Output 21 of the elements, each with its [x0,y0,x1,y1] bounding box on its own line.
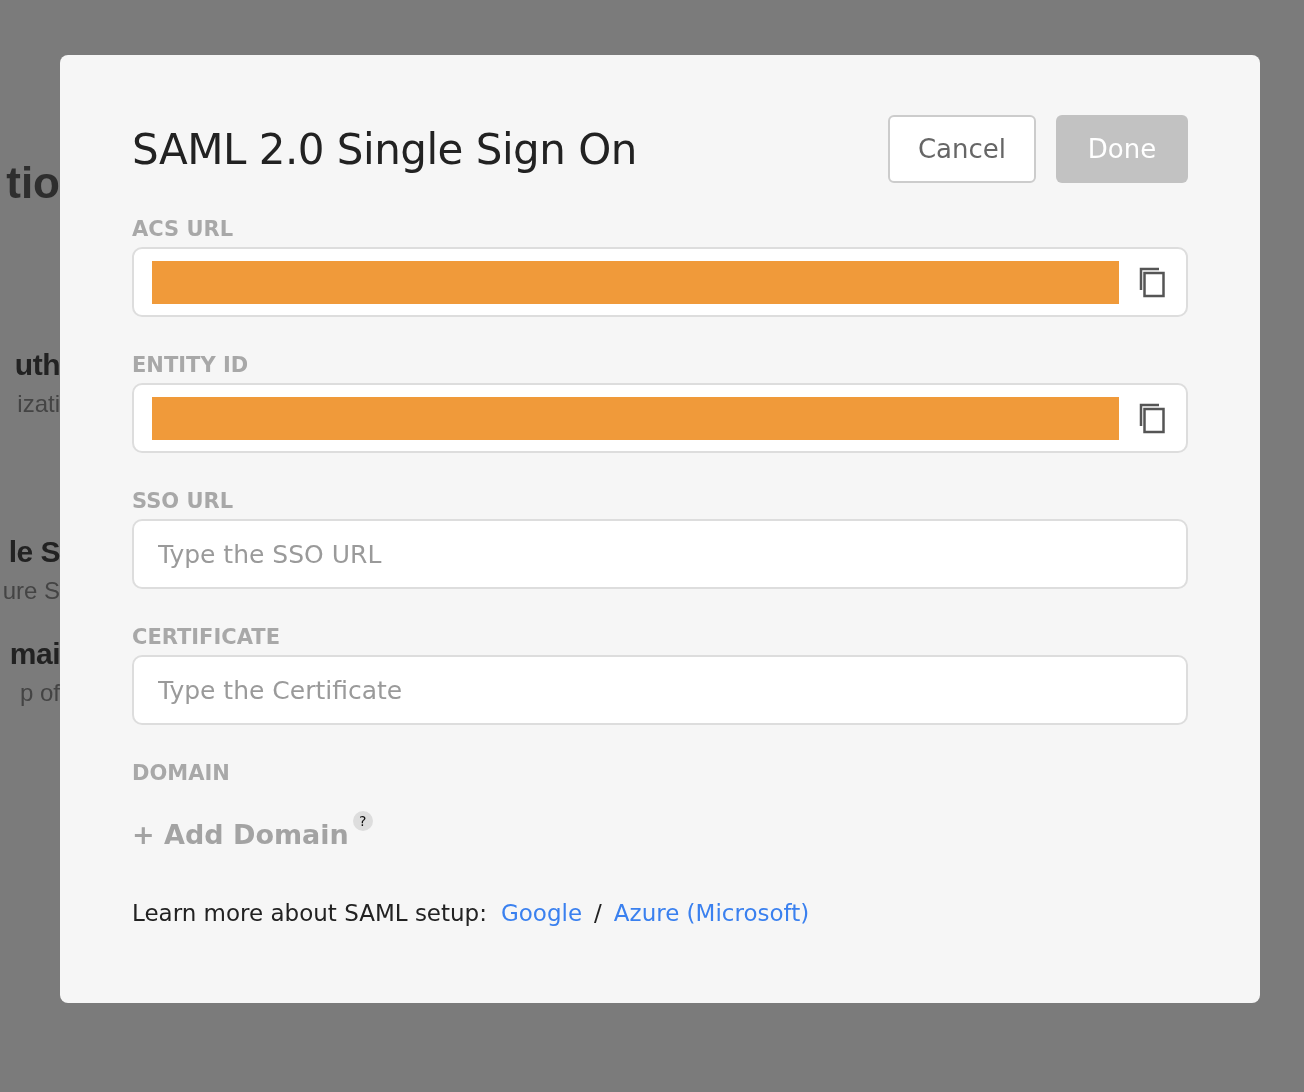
background-text: tio [6,158,60,208]
setup-link[interactable]: Google [500,900,583,926]
input-field[interactable]: Type the SSO URL [132,519,1188,589]
background-text: izati [17,390,60,418]
background-text: le S [8,535,60,569]
field-label: ACS URL [132,217,235,241]
background-text: ure S [2,577,60,605]
add-domain-link[interactable]: + Add Domain [132,819,349,850]
field-label: CERTIFICATE [132,625,281,649]
cancel-button[interactable]: Cancel [888,115,1036,183]
learn-more-text: Learn more about SAML setup: [132,900,487,926]
field-label: DOMAIN [132,761,231,785]
field-label: ENTITY ID [132,353,250,377]
background-text: uth [14,348,60,382]
background-text: mai [9,637,60,671]
separator-text: / [594,900,602,926]
input-field[interactable]: Type the Certificate [132,655,1188,725]
field-label: SSO URL [132,489,235,513]
setup-link[interactable]: Azure (Microsoft) [613,900,810,926]
dialog-title: SAML 2.0 Single Sign On [132,124,637,174]
help-icon[interactable]: ? [352,811,373,831]
